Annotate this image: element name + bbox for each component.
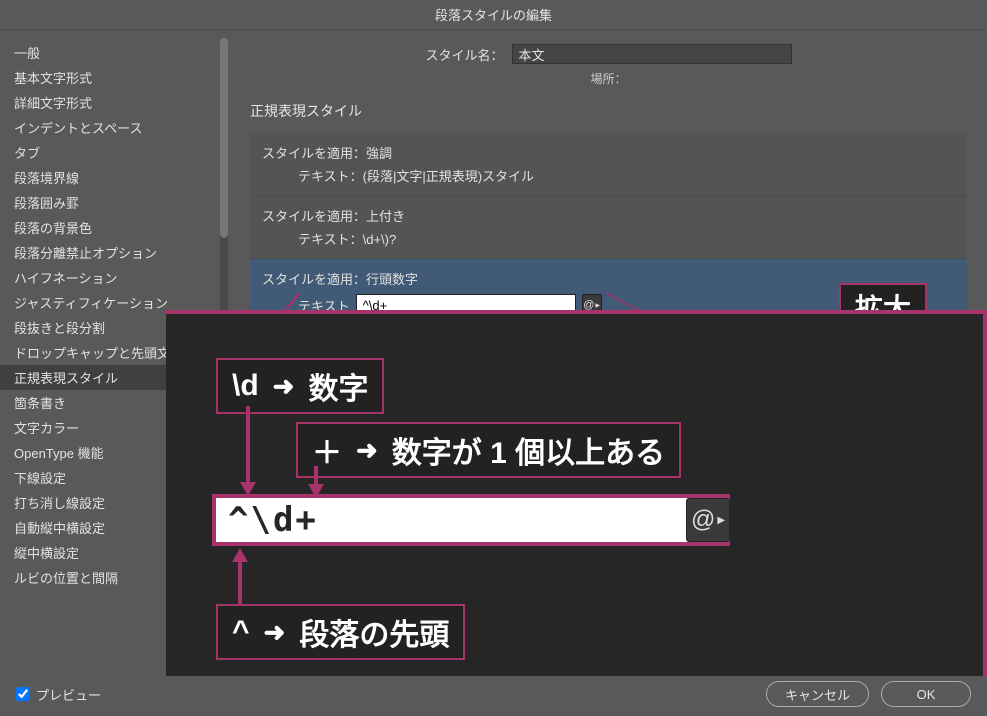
ok-button[interactable]: OK xyxy=(881,681,971,707)
sidebar-item[interactable]: 段落境界線 xyxy=(0,165,230,190)
annotation-overlay: \d ➜ 数字 ＋ ➜ 数字が 1 個以上ある ^\d+ @▶ ^ ➜ 段落の先… xyxy=(166,310,987,676)
sidebar-item[interactable]: 段落囲み罫 xyxy=(0,190,230,215)
regex-input-value: ^\d+ xyxy=(228,500,318,540)
rule-apply-line: スタイルを適用：強調 xyxy=(262,141,955,164)
sidebar-item[interactable]: 段落の背景色 xyxy=(0,215,230,240)
special-chars-button-enlarged[interactable]: @▶ xyxy=(686,498,730,542)
sidebar-item[interactable]: タブ xyxy=(0,140,230,165)
annotation-plus: ＋ ➜ 数字が 1 個以上ある xyxy=(296,422,681,478)
preview-checkbox-label: プレビュー xyxy=(36,685,101,704)
sidebar-item[interactable]: ハイフネーション xyxy=(0,265,230,290)
grep-style-rule[interactable]: スタイルを適用：強調テキスト：(段落|文字|正規表現)スタイル xyxy=(250,133,967,196)
arrow-right-icon: ➜ xyxy=(273,371,295,402)
section-title: 正規表現スタイル xyxy=(250,101,967,121)
rule-apply-line: スタイルを適用：上付き xyxy=(262,204,955,227)
sidebar-item[interactable]: 一般 xyxy=(0,40,230,65)
zoom-connector-right xyxy=(604,293,987,313)
sidebar-item[interactable]: 段落分離禁止オプション xyxy=(0,240,230,265)
location-label: 場所： xyxy=(250,70,967,87)
regex-input-enlarged[interactable]: ^\d+ xyxy=(212,494,730,546)
sidebar-item[interactable]: インデントとスペース xyxy=(0,115,230,140)
arrow-right-icon: ➜ xyxy=(356,435,378,466)
arrow-right-icon: ➜ xyxy=(264,617,286,648)
style-name-input[interactable] xyxy=(512,44,792,64)
sidebar-item[interactable]: 詳細文字形式 xyxy=(0,90,230,115)
arrow-down-icon xyxy=(238,406,258,496)
sidebar-item[interactable]: 基本文字形式 xyxy=(0,65,230,90)
arrow-up-icon xyxy=(230,548,250,606)
scrollbar-thumb[interactable] xyxy=(220,38,228,238)
style-name-label: スタイル名： xyxy=(425,45,503,64)
annotation-caret: ^ ➜ 段落の先頭 xyxy=(216,604,465,660)
rule-text-line: テキスト：(段落|文字|正規表現)スタイル xyxy=(262,164,955,187)
preview-checkbox-input[interactable] xyxy=(16,687,30,701)
preview-checkbox[interactable]: プレビュー xyxy=(16,685,101,704)
cancel-button[interactable]: キャンセル xyxy=(766,681,869,707)
dialog-footer: プレビュー キャンセル OK xyxy=(0,672,987,716)
zoom-connector-left xyxy=(167,293,301,313)
dialog-title: 段落スタイルの編集 xyxy=(0,0,987,30)
arrow-down-icon xyxy=(306,466,326,498)
rule-text-line: テキスト：\d+\)? xyxy=(262,227,955,250)
grep-style-rule[interactable]: スタイルを適用：上付きテキスト：\d+\)? xyxy=(250,196,967,259)
